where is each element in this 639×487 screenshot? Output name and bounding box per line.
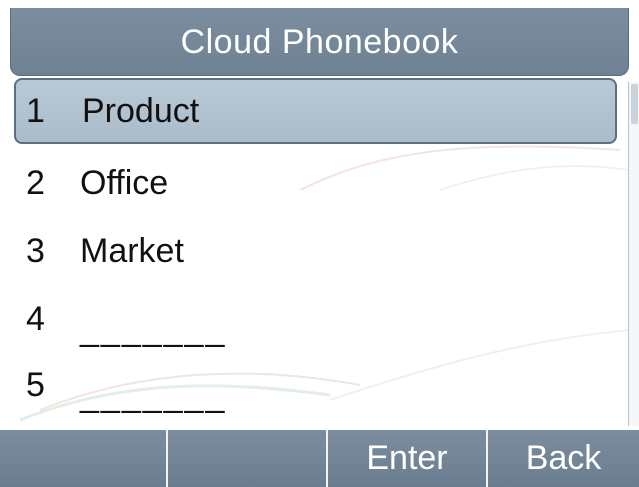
softkey-2[interactable] <box>168 430 328 487</box>
scrollbar[interactable] <box>628 82 639 426</box>
item-label: _______ <box>80 309 227 348</box>
item-number: 1 <box>26 91 45 130</box>
list-item-market[interactable]: 3 Market <box>14 218 617 284</box>
back-button[interactable]: Back <box>488 430 639 487</box>
item-label: _______ <box>80 375 227 414</box>
item-label: Market <box>80 231 184 270</box>
item-number: 4 <box>26 299 45 338</box>
item-number: 2 <box>26 163 45 202</box>
list-item-empty-5[interactable]: 5 _______ <box>14 352 617 418</box>
enter-button[interactable]: Enter <box>328 430 488 487</box>
list-item-office[interactable]: 2 Office <box>14 150 617 216</box>
phone-screen: Cloud Phonebook 1 Product 2 Office 3 Mar… <box>0 0 639 487</box>
list-item-empty-4[interactable]: 4 _______ <box>14 286 617 352</box>
softkey-bar: Enter Back <box>0 430 639 487</box>
page-title: Cloud Phonebook <box>10 8 629 76</box>
scroll-thumb[interactable] <box>631 84 638 124</box>
item-number: 3 <box>26 231 45 270</box>
list-item-product[interactable]: 1 Product <box>14 78 617 144</box>
item-label: Office <box>80 163 169 202</box>
item-label: Product <box>82 91 200 130</box>
item-number: 5 <box>26 365 45 404</box>
softkey-1[interactable] <box>0 430 168 487</box>
